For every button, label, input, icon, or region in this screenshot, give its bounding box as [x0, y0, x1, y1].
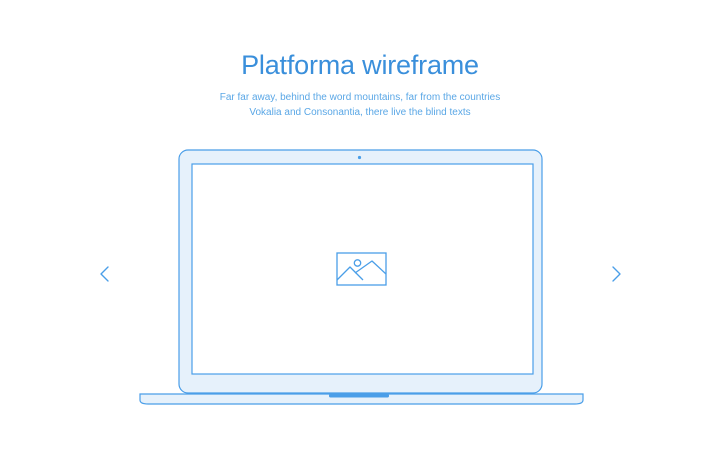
image-placeholder-icon [336, 252, 387, 286]
chevron-left-icon [100, 266, 109, 282]
webcam-dot [357, 155, 362, 160]
carousel-prev-button[interactable] [96, 262, 114, 286]
carousel-next-button[interactable] [607, 262, 625, 286]
chevron-right-icon [612, 266, 621, 282]
laptop-notch [329, 394, 389, 398]
laptop-mockup [139, 149, 584, 405]
